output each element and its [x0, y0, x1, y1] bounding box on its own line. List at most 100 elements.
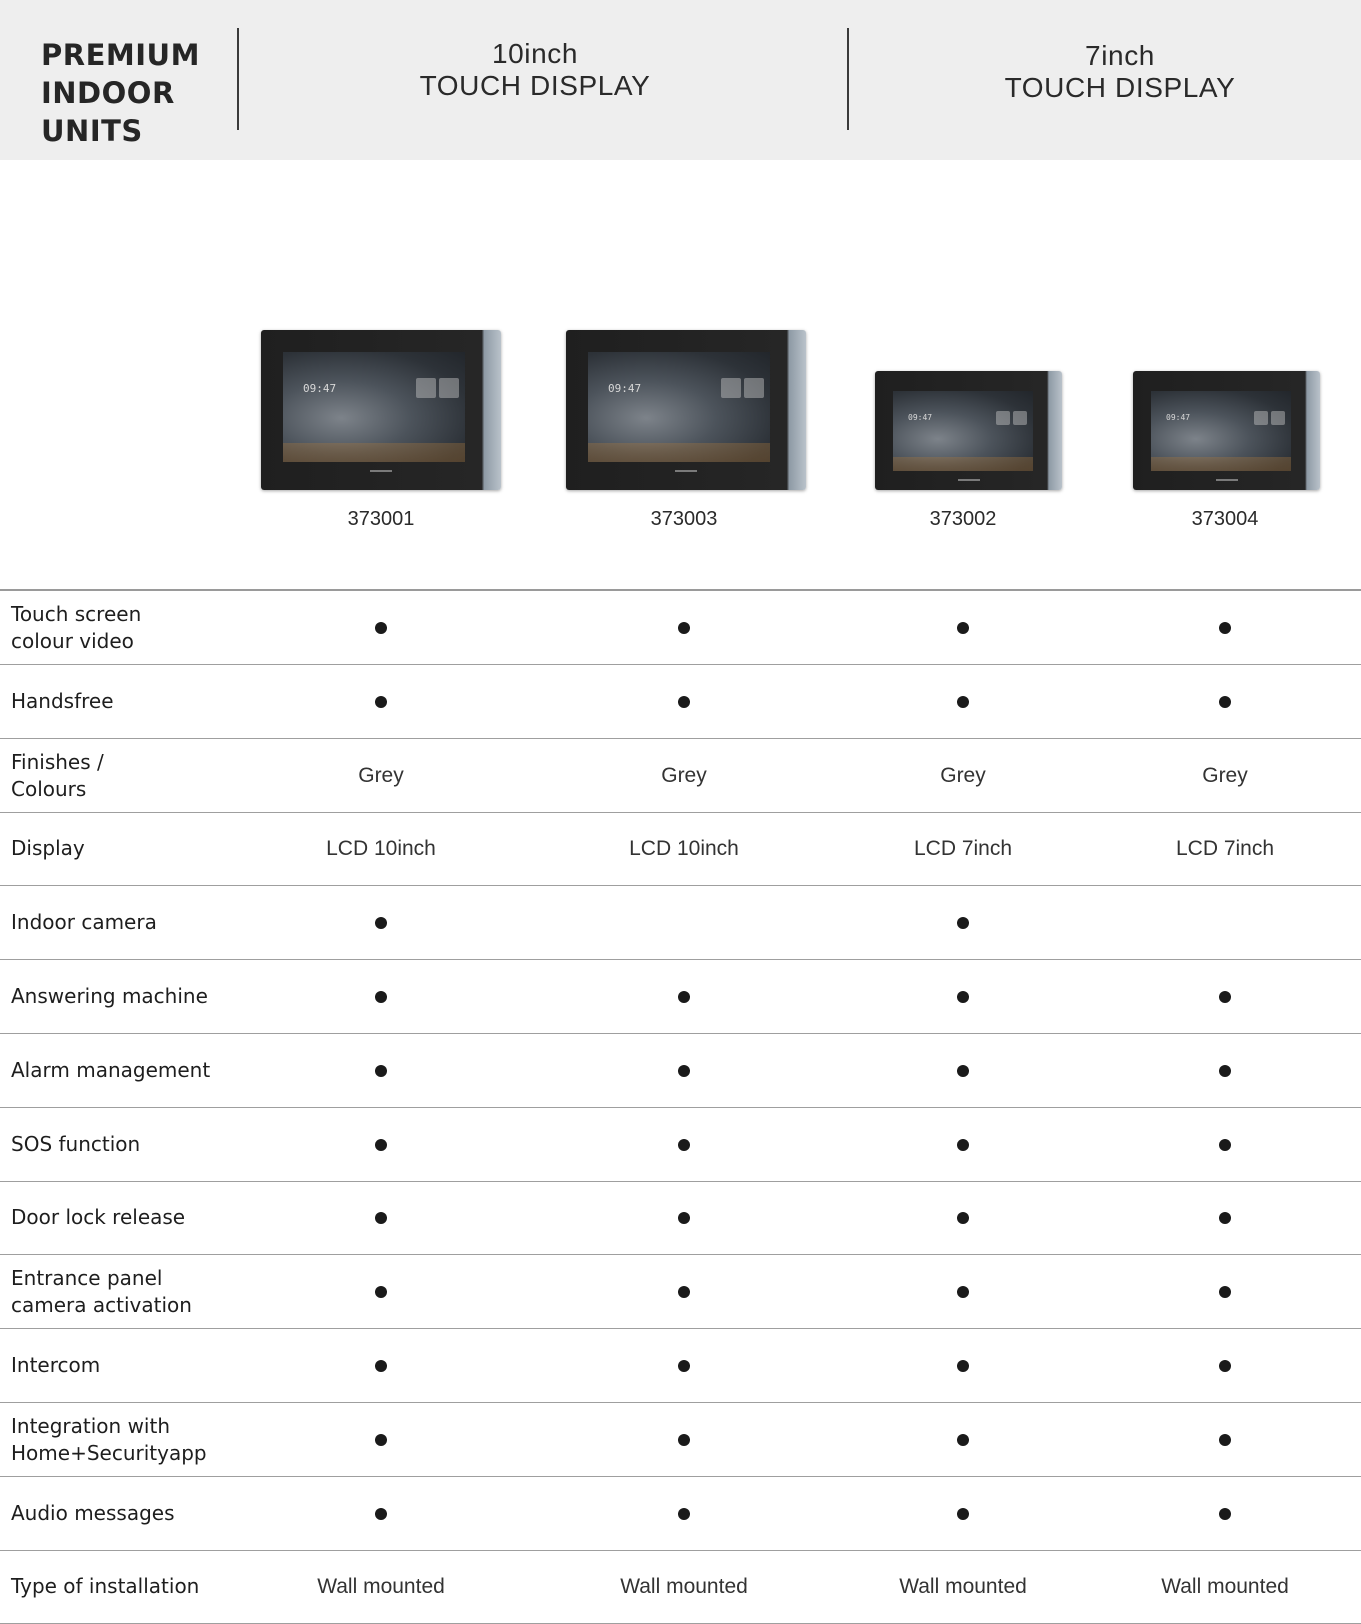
- feature-cell: Wall mounted: [1105, 1550, 1345, 1623]
- feature-cell: [564, 886, 804, 959]
- feature-value: Grey: [1202, 763, 1248, 787]
- feature-available-dot: [375, 695, 387, 708]
- device-logo: [957, 479, 980, 481]
- feature-cell: [261, 886, 501, 959]
- feature-cell: [564, 1255, 804, 1328]
- feature-cell: LCD 10inch: [564, 812, 804, 885]
- feature-cell: [1105, 886, 1345, 959]
- feature-label: Door lock release: [11, 1205, 186, 1229]
- title-line: UNITS: [41, 114, 143, 148]
- feature-cell: [1105, 1034, 1345, 1107]
- device-logo: [370, 470, 392, 472]
- feature-cell: [564, 591, 804, 664]
- table-row: Handsfree: [0, 665, 1361, 739]
- feature-cell: Grey: [261, 739, 501, 812]
- feature-available-dot: [678, 1433, 690, 1446]
- table-row: Entrance panel camera activation: [0, 1255, 1361, 1329]
- feature-available-dot: [375, 1359, 387, 1372]
- feature-label: Alarm management: [11, 1058, 211, 1082]
- table-row: Integration with Home+Securityapp: [0, 1403, 1361, 1477]
- table-row: Touch screen colour video: [0, 591, 1361, 665]
- feature-available-dot: [375, 990, 387, 1003]
- feature-cell: [261, 591, 501, 664]
- feature-label: Display: [11, 836, 85, 860]
- title-line: INDOOR: [41, 76, 175, 110]
- device-clock: 09:47: [1166, 413, 1191, 422]
- feature-available-dot: [678, 621, 690, 634]
- table-row: Door lock release: [0, 1181, 1361, 1255]
- feature-available-dot: [375, 1285, 387, 1298]
- product-code: 373001: [347, 508, 415, 530]
- table-row: Audio messages: [0, 1477, 1361, 1551]
- feature-cell: [843, 1477, 1083, 1550]
- table-row: Alarm management: [0, 1034, 1361, 1108]
- feature-cell: [261, 1034, 501, 1107]
- feature-available-dot: [375, 621, 387, 634]
- indoor-unit-image-373003: 09:47: [566, 330, 806, 490]
- feature-cell: [564, 1403, 804, 1476]
- feature-cell: [843, 1255, 1083, 1328]
- tile-icon: [744, 378, 764, 398]
- feature-cell: [261, 1329, 501, 1402]
- feature-cell: LCD 7inch: [843, 812, 1083, 885]
- feature-cell: [1105, 960, 1345, 1033]
- table-row: Indoor camera: [0, 886, 1361, 960]
- feature-cell: [1105, 665, 1345, 738]
- feature-value: Wall mounted: [1161, 1574, 1289, 1598]
- feature-value: Grey: [661, 763, 707, 787]
- feature-cell: [1105, 1403, 1345, 1476]
- feature-value: LCD 10inch: [326, 836, 436, 860]
- feature-available-dot: [1219, 1064, 1231, 1077]
- indoor-unit-image-373004: 09:47: [1133, 371, 1320, 490]
- feature-value: Wall mounted: [899, 1574, 1027, 1598]
- device-tiles: [413, 378, 459, 402]
- feature-cell: [1105, 591, 1345, 664]
- device-tiles: [993, 410, 1027, 429]
- feature-cell: [843, 960, 1083, 1033]
- feature-available-dot: [375, 1211, 387, 1224]
- feature-value: LCD 10inch: [629, 836, 739, 860]
- feature-available-dot: [375, 1433, 387, 1446]
- feature-available-dot: [678, 1064, 690, 1077]
- title-line: PREMIUM: [41, 38, 200, 72]
- feature-value: Wall mounted: [620, 1574, 748, 1598]
- feature-cell: [843, 1034, 1083, 1107]
- feature-cell: [261, 1403, 501, 1476]
- feature-cell: Wall mounted: [843, 1550, 1083, 1623]
- feature-cell: [843, 886, 1083, 959]
- device-logo: [675, 470, 697, 472]
- feature-cell: [843, 1329, 1083, 1402]
- feature-available-dot: [957, 621, 969, 634]
- feature-available-dot: [1219, 1359, 1231, 1372]
- table-row: Display LCD 10inch LCD 10inch LCD 7inch LCD …: [0, 812, 1361, 886]
- device-clock: 09:47: [908, 413, 933, 422]
- feature-cell: [261, 1108, 501, 1181]
- tile-icon: [996, 411, 1010, 425]
- feature-cell: [843, 1108, 1083, 1181]
- feature-cell: [1105, 1255, 1345, 1328]
- feature-cell: Grey: [843, 739, 1083, 812]
- device-tiles: [1251, 410, 1285, 429]
- feature-cell: [1105, 1181, 1345, 1254]
- feature-available-dot: [375, 1507, 387, 1520]
- feature-available-dot: [957, 1433, 969, 1446]
- feature-cell: [261, 1255, 501, 1328]
- feature-cell: LCD 7inch: [1105, 812, 1345, 885]
- device-screen: 09:47: [1151, 391, 1291, 471]
- feature-cell: [1105, 1108, 1345, 1181]
- feature-cell: Grey: [564, 739, 804, 812]
- group-title-7inch: 7inch TOUCH DISPLAY: [920, 40, 1320, 104]
- product-code: 373003: [650, 508, 718, 530]
- feature-cell: [843, 1181, 1083, 1254]
- feature-cell: LCD 10inch: [261, 812, 501, 885]
- table-row: Finishes / Colours Grey Grey Grey Grey: [0, 739, 1361, 813]
- feature-value: Wall mounted: [317, 1574, 445, 1598]
- group-size: 7inch: [1085, 40, 1155, 71]
- tile-icon: [721, 378, 741, 398]
- feature-cell: [564, 1034, 804, 1107]
- feature-available-dot: [678, 1211, 690, 1224]
- feature-available-dot: [678, 1359, 690, 1372]
- feature-available-dot: [957, 1064, 969, 1077]
- feature-available-dot: [678, 1138, 690, 1151]
- tile-icon: [1013, 411, 1027, 425]
